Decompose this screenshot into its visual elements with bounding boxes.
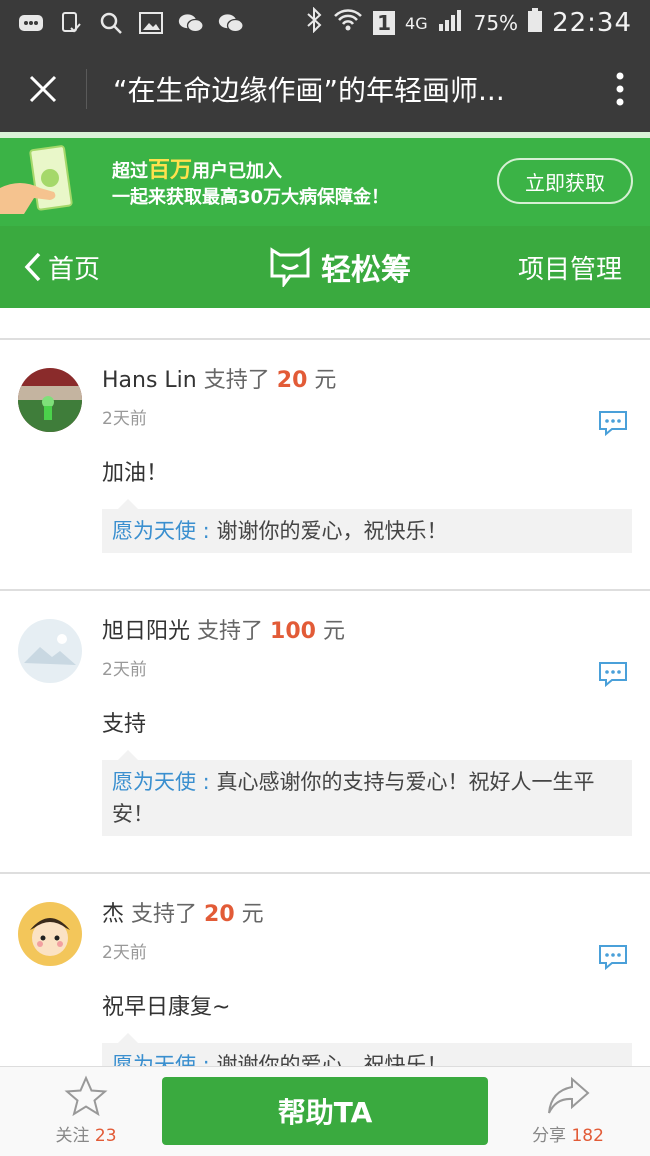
donation-header: 杰 支持了 20 元: [102, 900, 632, 930]
more-menu-button[interactable]: [590, 71, 650, 107]
donation-action: 支持了: [203, 368, 270, 393]
follow-button[interactable]: 关注 23: [36, 1075, 136, 1146]
donor-name[interactable]: 杰: [102, 902, 124, 927]
share-count: 182: [571, 1126, 604, 1146]
reply-text: 谢谢你的爱心，祝快乐！: [209, 1053, 448, 1066]
donation-header: 旭日阳光 支持了 100 元: [102, 617, 632, 647]
donor-message: 支持: [102, 712, 147, 737]
clock: 22:34: [552, 8, 632, 38]
search-icon: [98, 12, 124, 34]
get-now-button[interactable]: 立即获取: [497, 158, 633, 204]
wifi-icon: [333, 8, 363, 38]
donation-header: Hans Lin 支持了 20 元: [102, 366, 632, 396]
currency-unit: 元: [314, 368, 337, 393]
avatar[interactable]: [18, 619, 82, 683]
avatar[interactable]: [18, 368, 82, 432]
help-ta-button[interactable]: 帮助TA: [162, 1077, 488, 1145]
donor-message: 加油！: [102, 461, 169, 486]
donation-action: 支持了: [197, 619, 264, 644]
avatar[interactable]: [18, 902, 82, 966]
battery-percent: 75%: [473, 11, 519, 35]
reply-author[interactable]: 愿为天使 :: [112, 519, 210, 543]
follow-label: 关注: [55, 1126, 90, 1146]
image-icon: [138, 12, 164, 34]
follow-count: 23: [94, 1126, 117, 1146]
wechat-icon: [178, 12, 204, 34]
network-type: 4G: [405, 13, 428, 33]
donation-amount: 20: [276, 368, 308, 393]
home-back-button[interactable]: 首页: [0, 249, 200, 286]
list-item: 杰 支持了 20 元 2天前 祝早日康复~ 愿为天使 : 谢谢你的爱心，祝快乐！: [0, 874, 650, 1066]
chat-bubble-icon: [18, 12, 44, 34]
owner-reply: 愿为天使 : 谢谢你的爱心，祝快乐！: [102, 1033, 632, 1066]
comment-icon[interactable]: [598, 944, 628, 970]
share-arrow-icon: [548, 1076, 590, 1114]
share-button[interactable]: 分享 182: [518, 1075, 618, 1146]
donation-list: Hans Lin 支持了 20 元 2天前 加油！ 愿为天使 : 谢谢你的爱心，…: [0, 308, 650, 1066]
bluetooth-icon: [305, 6, 323, 39]
donation-action: 支持了: [131, 902, 198, 927]
donor-name[interactable]: 旭日阳光: [102, 619, 190, 644]
banner-line1-suffix: 用户已加入: [192, 161, 283, 182]
list-top-gap: [0, 308, 650, 340]
promo-banner[interactable]: 超过百万用户已加入 一起来获取最高30万大病保障金！ 立即获取: [0, 132, 650, 226]
signal-icon: [438, 8, 464, 38]
reply-author[interactable]: 愿为天使 :: [112, 770, 210, 794]
timestamp: 2天前: [102, 943, 147, 963]
sim-indicator: 1: [373, 11, 396, 35]
donation-amount: 100: [270, 619, 316, 644]
close-icon: [29, 75, 57, 103]
comment-icon[interactable]: [598, 410, 628, 436]
currency-unit: 元: [322, 619, 345, 644]
reply-author[interactable]: 愿为天使 :: [112, 1053, 210, 1066]
owner-reply: 愿为天使 : 真心感谢你的支持与爱心！祝好人一生平安！: [102, 750, 632, 836]
bottom-action-bar: 关注 23 帮助TA 分享 182: [0, 1066, 650, 1156]
donation-amount: 20: [204, 902, 235, 927]
banner-line2: 一起来获取最高30万大病保障金！: [112, 187, 390, 208]
hand-money-icon: [0, 145, 73, 214]
list-item: Hans Lin 支持了 20 元 2天前 加油！ 愿为天使 : 谢谢你的爱心，…: [0, 340, 650, 591]
more-vertical-icon: [616, 72, 624, 106]
smiley-box-icon: [270, 247, 310, 287]
donor-name[interactable]: Hans Lin: [102, 368, 197, 393]
battery-icon: [528, 8, 543, 38]
star-icon: [64, 1075, 108, 1117]
donor-message: 祝早日康复~: [102, 995, 231, 1020]
device-check-icon: [58, 12, 84, 34]
list-item: 旭日阳光 支持了 100 元 2天前 支持 愿为天使 : 真心感谢你的支持与爱心…: [0, 591, 650, 874]
wechat-icon-2: [218, 12, 244, 34]
banner-highlight: 百万: [148, 158, 193, 183]
logo-text: 轻松筹: [321, 253, 411, 288]
banner-text: 超过百万用户已加入 一起来获取最高30万大病保障金！: [112, 158, 389, 211]
timestamp: 2天前: [102, 660, 147, 680]
chevron-left-icon: [24, 252, 41, 282]
project-manage-button[interactable]: 项目管理: [480, 249, 650, 286]
page-title: “在生命边缘作画”的年轻画师...: [113, 74, 505, 107]
app-navbar: 首页 轻松筹 项目管理: [0, 226, 650, 308]
reply-text: 谢谢你的爱心，祝快乐！: [209, 519, 448, 543]
banner-line1-prefix: 超过: [112, 161, 148, 182]
share-label: 分享: [532, 1126, 567, 1146]
timestamp: 2天前: [102, 409, 147, 429]
webview-titlebar: “在生命边缘作画”的年轻画师...: [0, 46, 650, 132]
app-logo: 轻松筹: [200, 245, 480, 289]
owner-reply: 愿为天使 : 谢谢你的爱心，祝快乐！: [102, 499, 632, 553]
currency-unit: 元: [241, 902, 264, 927]
close-button[interactable]: [0, 46, 86, 132]
comment-icon[interactable]: [598, 661, 628, 687]
status-bar: 1 4G 75% 22:34: [0, 0, 650, 46]
home-label: 首页: [48, 254, 101, 285]
